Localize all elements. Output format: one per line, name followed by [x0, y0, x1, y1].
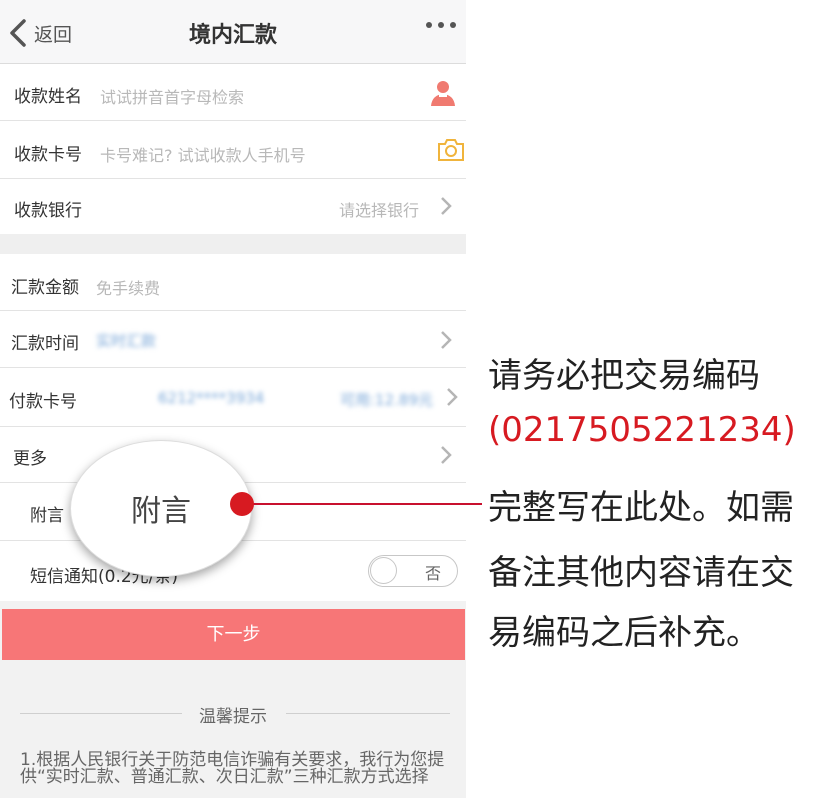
- transfer-time-label: 汇款时间: [11, 334, 79, 354]
- pointer-line: [242, 503, 482, 505]
- chevron-right-icon: [441, 446, 452, 464]
- nav-bar: 返回 境内汇款: [0, 0, 466, 64]
- toggle-knob: [370, 557, 397, 584]
- annotation-line-4: 备注其他内容请在交: [488, 553, 794, 593]
- page-title: 境内汇款: [188, 23, 277, 48]
- person-icon[interactable]: [428, 78, 458, 108]
- payee-name-row[interactable]: 收款姓名 试试拼音首字母检索: [0, 64, 466, 121]
- pointer-dot: [230, 492, 254, 516]
- chevron-right-icon: [447, 388, 458, 406]
- section-gap: [0, 234, 466, 254]
- pay-card-value: 6212****3934: [158, 389, 265, 407]
- more-icon[interactable]: [426, 22, 456, 28]
- memo-label: 附言: [30, 506, 64, 526]
- payee-bank-label: 收款银行: [14, 201, 82, 221]
- magnifier-text: 附言: [131, 494, 191, 529]
- phone-screen: 返回 境内汇款 收款姓名 试试拼音首字母检索 收款卡号 卡号难记? 试试收款人手…: [0, 0, 466, 798]
- transfer-time-row[interactable]: 汇款时间 实时汇款: [0, 311, 466, 368]
- toggle-state: 否: [424, 564, 441, 583]
- sms-toggle[interactable]: 否: [368, 555, 458, 587]
- more-label: 更多: [13, 449, 47, 469]
- tips-text: 1.根据人民银行关于防范电信诈骗有关要求，我行为您提供“实时汇款、普通汇款、次日…: [20, 750, 445, 787]
- annotation-line-1: 请务必把交易编码: [488, 356, 760, 396]
- payee-bank-row[interactable]: 收款银行 请选择银行: [0, 179, 466, 234]
- annotation-code: (0217505221234): [488, 410, 796, 450]
- available-balance: 可用:12.89元: [340, 391, 433, 409]
- transfer-time-value: 实时汇款: [96, 332, 157, 350]
- magnifier-callout: 附言: [70, 440, 252, 577]
- tips-title: 温馨提示: [199, 707, 267, 727]
- payee-card-label: 收款卡号: [14, 145, 82, 165]
- payee-card-row[interactable]: 收款卡号 卡号难记? 试试收款人手机号: [0, 121, 466, 179]
- amount-row[interactable]: 汇款金额 免手续费: [0, 254, 466, 311]
- amount-label: 汇款金额: [11, 278, 79, 298]
- payee-name-label: 收款姓名: [14, 87, 82, 107]
- chevron-right-icon: [441, 331, 452, 349]
- annotation-line-3: 完整写在此处。如需: [488, 488, 794, 528]
- annotation-line-5: 易编码之后补充。: [488, 613, 760, 653]
- bank-select[interactable]: 请选择银行: [339, 197, 419, 221]
- payee-name-input[interactable]: 试试拼音首字母检索: [100, 84, 244, 108]
- camera-icon[interactable]: [437, 138, 465, 162]
- chevron-right-icon: [441, 197, 452, 215]
- pay-card-label: 付款卡号: [9, 392, 77, 412]
- payee-card-input[interactable]: 卡号难记? 试试收款人手机号: [100, 142, 306, 166]
- next-button[interactable]: 下一步: [2, 609, 465, 660]
- pay-card-row[interactable]: 付款卡号 6212****3934 可用:12.89元: [0, 368, 466, 427]
- amount-input[interactable]: 免手续费: [96, 275, 160, 299]
